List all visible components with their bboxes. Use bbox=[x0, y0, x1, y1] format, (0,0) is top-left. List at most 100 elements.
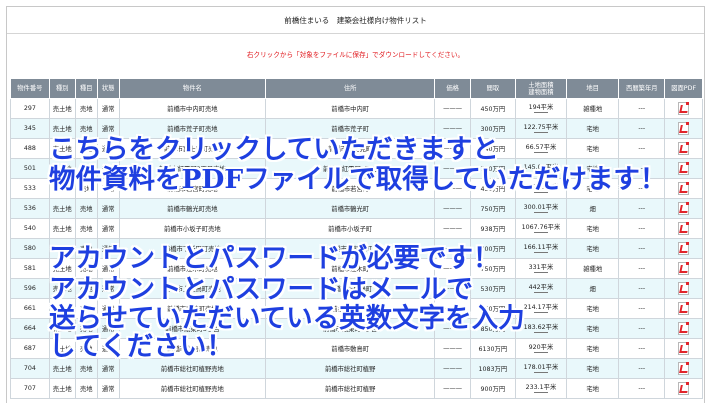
cell-status: 通常 bbox=[96, 98, 120, 119]
cell-pdf bbox=[664, 98, 703, 119]
pdf-file-icon[interactable] bbox=[678, 242, 690, 255]
cell-price: ——— bbox=[434, 178, 471, 199]
header-address: 住所 bbox=[265, 78, 436, 99]
cell-area: 165.21平米 bbox=[514, 178, 568, 199]
cell-area: 166.11平米 bbox=[514, 238, 568, 259]
cell-address: 前橋市敷島町 bbox=[265, 338, 436, 359]
area-unit: 平米 bbox=[545, 324, 559, 331]
cell-chimoku: 宅地 bbox=[566, 238, 620, 259]
pdf-file-icon[interactable] bbox=[678, 182, 690, 195]
cell-area: 1067.76平米 bbox=[514, 218, 568, 239]
cell-pdf bbox=[664, 258, 703, 279]
cell-name: 前橋市若宮町売地 bbox=[118, 178, 267, 199]
table-header-row: 物件番号 種別 種目 状態 物件名 住所 価格 間取 土地面積 建物面積 地目 … bbox=[10, 78, 703, 99]
cell-chimoku: 畑 bbox=[566, 198, 620, 219]
cell-layout: 1083万円 bbox=[469, 358, 516, 379]
cell-built: --- bbox=[618, 278, 666, 299]
cell-number: 664 bbox=[10, 318, 50, 339]
cell-layout: 938万円 bbox=[469, 218, 516, 239]
cell-name: 前橋市下新田町売地 bbox=[118, 238, 267, 259]
cell-name: 前橋市紅雲町3丁目売地 bbox=[118, 158, 267, 179]
cell-chimoku: 宅地 bbox=[566, 178, 620, 199]
building-area-empty bbox=[533, 372, 548, 373]
cell-kind: 売地 bbox=[74, 118, 98, 139]
cell-status: 通常 bbox=[96, 338, 120, 359]
cell-layout: 840万円 bbox=[469, 138, 516, 159]
cell-layout: 530万円 bbox=[469, 278, 516, 299]
cell-layout: 750万円 bbox=[469, 198, 516, 219]
cell-built: --- bbox=[618, 98, 666, 119]
pdf-file-icon[interactable] bbox=[678, 382, 690, 395]
cell-kind: 売地 bbox=[74, 258, 98, 279]
cell-price: ——— bbox=[434, 298, 471, 319]
page-title: 前橋住まいる 建築会社様向け物件リスト bbox=[284, 16, 427, 25]
area-value: 194 bbox=[528, 104, 541, 111]
header-number: 物件番号 bbox=[10, 78, 50, 99]
cell-kind: 売地 bbox=[74, 178, 98, 199]
pdf-file-icon[interactable] bbox=[678, 342, 690, 355]
pdf-file-icon[interactable] bbox=[678, 222, 690, 235]
table-row: 707 売土地 売地 通常 前橋市総社町植野売地 前橋市総社町植野 ——— 900万円 233.… bbox=[10, 378, 703, 399]
cell-built: --- bbox=[618, 138, 666, 159]
cell-built: --- bbox=[618, 378, 666, 399]
cell-price: ——— bbox=[434, 338, 471, 359]
cell-type: 売土地 bbox=[48, 378, 76, 399]
area-value: 165.21 bbox=[523, 184, 546, 191]
table-row: 540 売土地 売地 通常 前橋市小坂子町売地 前橋市小坂子町 ——— 938万円 1067.7… bbox=[10, 218, 703, 239]
cell-built: --- bbox=[618, 198, 666, 219]
area-unit: 平米 bbox=[540, 104, 554, 111]
header-type: 種別 bbox=[48, 78, 76, 99]
cell-chimoku: 宅地 bbox=[566, 338, 620, 359]
cell-address: 前橋市小坂子町 bbox=[265, 218, 436, 239]
cell-kind: 売地 bbox=[74, 358, 98, 379]
header-kind: 種目 bbox=[74, 78, 98, 99]
cell-address: 前橋市岩神町 bbox=[265, 298, 436, 319]
cell-number: 661 bbox=[10, 298, 50, 319]
cell-layout: 710万円 bbox=[469, 158, 516, 179]
cell-kind: 売地 bbox=[74, 238, 98, 259]
area-unit: 平米 bbox=[545, 244, 559, 251]
building-area-empty bbox=[533, 332, 548, 333]
cell-kind: 売地 bbox=[74, 138, 98, 159]
pdf-file-icon[interactable] bbox=[678, 142, 690, 155]
cell-layout: 6130万円 bbox=[469, 338, 516, 359]
pdf-file-icon[interactable] bbox=[678, 362, 690, 375]
table-row: 580 売土地 売地 通常 前橋市下新田町売地 前橋市下新田町 ——— 700万円 166.11… bbox=[10, 238, 703, 259]
cell-built: --- bbox=[618, 338, 666, 359]
cell-name: 前橋市総社町植野売地 bbox=[118, 378, 267, 399]
cell-built: --- bbox=[618, 318, 666, 339]
pdf-file-icon[interactable] bbox=[678, 162, 690, 175]
cell-number: 297 bbox=[10, 98, 50, 119]
pdf-file-icon[interactable] bbox=[678, 322, 690, 335]
cell-area: 214.17平米 bbox=[514, 298, 568, 319]
cell-type: 売土地 bbox=[48, 278, 76, 299]
header-built: 西暦築年月 bbox=[618, 78, 666, 99]
cell-layout: 300万円 bbox=[469, 118, 516, 139]
pdf-file-icon[interactable] bbox=[678, 202, 690, 215]
cell-number: 536 bbox=[10, 198, 50, 219]
area-value: 442 bbox=[528, 284, 541, 291]
cell-status: 通常 bbox=[96, 218, 120, 239]
pdf-file-icon[interactable] bbox=[678, 282, 690, 295]
cell-type: 売土地 bbox=[48, 218, 76, 239]
cell-pdf bbox=[664, 358, 703, 379]
pdf-file-icon[interactable] bbox=[678, 302, 690, 315]
cell-price: ——— bbox=[434, 258, 471, 279]
cell-number: 687 bbox=[10, 338, 50, 359]
pdf-file-icon[interactable] bbox=[678, 262, 690, 275]
area-value: 300.01 bbox=[523, 204, 546, 211]
header-price: 価格 bbox=[434, 78, 471, 99]
table-row: 661 売土地 売地 通常 前橋市岩神町売地 前橋市岩神町 ——— 850万円 214.17平米… bbox=[10, 298, 703, 319]
cell-built: --- bbox=[618, 298, 666, 319]
cell-layout: 430万円 bbox=[469, 178, 516, 199]
cell-kind: 売地 bbox=[74, 98, 98, 119]
area-value: 145.07 bbox=[523, 164, 546, 171]
building-area-empty bbox=[533, 232, 548, 233]
cell-status: 通常 bbox=[96, 378, 120, 399]
pdf-file-icon[interactable] bbox=[678, 122, 690, 135]
cell-price: ——— bbox=[434, 358, 471, 379]
cell-built: --- bbox=[618, 258, 666, 279]
pdf-file-icon[interactable] bbox=[678, 102, 690, 115]
area-unit: 平米 bbox=[545, 204, 559, 211]
cell-name: 前橋市中内町売地 bbox=[118, 98, 267, 119]
